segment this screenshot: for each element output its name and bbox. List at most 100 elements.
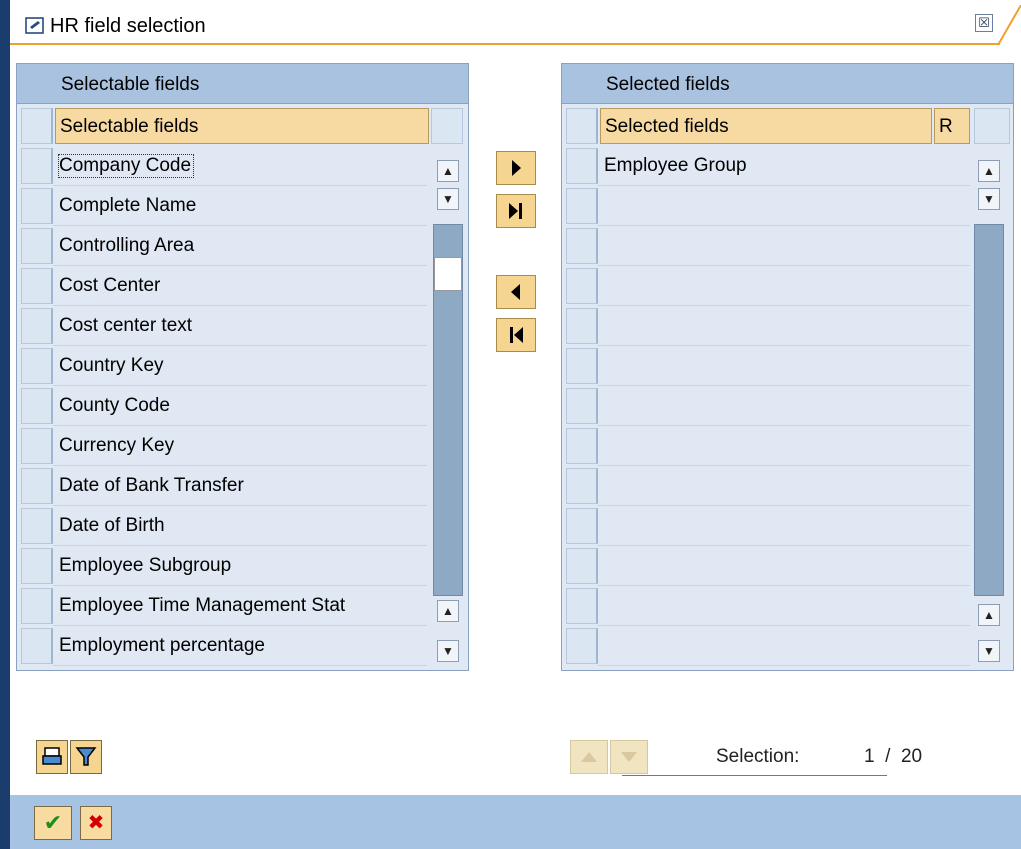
field-name: Date of Bank Transfer: [59, 475, 244, 496]
row-selector[interactable]: [566, 308, 598, 344]
field-name: County Code: [59, 395, 170, 416]
cancel-button[interactable]: ✖: [80, 806, 112, 840]
print-button[interactable]: [36, 740, 68, 774]
list-item[interactable]: [562, 466, 970, 506]
list-item[interactable]: Date of Bank Transfer: [17, 466, 427, 506]
list-item[interactable]: Employee Subgroup: [17, 546, 427, 586]
row-selector[interactable]: [566, 228, 598, 264]
field-name: Cost center text: [59, 315, 193, 336]
scroll-up-button[interactable]: ▲: [978, 160, 1000, 182]
list-item[interactable]: [562, 306, 970, 346]
list-item[interactable]: Currency Key: [17, 426, 427, 466]
column-settings-cell[interactable]: [974, 108, 1010, 144]
title-bar-edge: [0, 0, 10, 45]
remove-field-button[interactable]: [496, 275, 536, 309]
row-selector[interactable]: [566, 268, 598, 304]
scrollbar-thumb[interactable]: [434, 257, 462, 291]
field-name: Currency Key: [59, 435, 175, 456]
row-selector[interactable]: [566, 348, 598, 384]
list-item[interactable]: [562, 506, 970, 546]
column-header-selectable-fields[interactable]: Selectable fields: [55, 108, 429, 144]
arrow-left-icon: [511, 284, 520, 300]
list-item[interactable]: Complete Name: [17, 186, 427, 226]
column-header-row: Selectable fields: [17, 106, 468, 146]
selection-underline: [622, 775, 887, 776]
filter-button[interactable]: [70, 740, 102, 774]
list-item[interactable]: [562, 626, 970, 666]
list-item[interactable]: [562, 186, 970, 226]
field-name: Complete Name: [59, 195, 197, 216]
sort-down-button[interactable]: [610, 740, 648, 774]
scroll-down-button[interactable]: ▼: [978, 188, 1000, 210]
row-selector[interactable]: [21, 628, 53, 664]
row-selector[interactable]: [21, 548, 53, 584]
checkmark-icon: ✔: [43, 810, 63, 835]
add-all-fields-button[interactable]: [496, 194, 536, 228]
page-up-button[interactable]: ▲: [437, 600, 459, 622]
row-selector[interactable]: [21, 308, 53, 344]
row-selector[interactable]: [21, 348, 53, 384]
list-item[interactable]: Country Key: [17, 346, 427, 386]
column-header-r[interactable]: R: [934, 108, 970, 144]
scroll-up-button[interactable]: ▲: [437, 160, 459, 182]
row-selector[interactable]: [21, 388, 53, 424]
list-item[interactable]: [562, 586, 970, 626]
scrollbar-track[interactable]: [433, 224, 463, 596]
title-corner-decoration: [998, 5, 1021, 45]
select-all-cell[interactable]: [566, 108, 598, 144]
close-icon[interactable]: ☒: [975, 14, 993, 32]
selectable-fields-panel: Selectable fields Selectable fields Comp…: [16, 63, 469, 671]
row-selector[interactable]: [21, 468, 53, 504]
confirm-button[interactable]: ✔: [34, 806, 72, 840]
page-up-button[interactable]: ▲: [978, 604, 1000, 626]
cross-icon: ✖: [87, 812, 105, 834]
row-selector[interactable]: [21, 428, 53, 464]
list-item[interactable]: [562, 426, 970, 466]
list-item[interactable]: [562, 346, 970, 386]
list-item[interactable]: Employee Time Management Stat: [17, 586, 427, 626]
add-field-button[interactable]: [496, 151, 536, 185]
arrow-right-end-icon: [509, 203, 522, 219]
filter-icon: [75, 747, 97, 766]
row-selector[interactable]: [566, 428, 598, 464]
list-item[interactable]: Date of Birth: [17, 506, 427, 546]
scrollbar-track[interactable]: [974, 224, 1004, 596]
sort-up-button[interactable]: [570, 740, 608, 774]
select-all-cell[interactable]: [21, 108, 53, 144]
row-selector[interactable]: [566, 188, 598, 224]
row-selector[interactable]: [566, 468, 598, 504]
list-item[interactable]: Company Code: [17, 146, 427, 186]
list-item[interactable]: County Code: [17, 386, 427, 426]
list-item[interactable]: Employee Group: [562, 146, 970, 186]
row-selector[interactable]: [21, 268, 53, 304]
list-item[interactable]: Employment percentage: [17, 626, 427, 666]
list-item[interactable]: Cost center text: [17, 306, 427, 346]
row-selector[interactable]: [21, 228, 53, 264]
list-item[interactable]: [562, 546, 970, 586]
row-selector[interactable]: [566, 388, 598, 424]
panel-header: Selectable fields: [17, 64, 468, 104]
column-settings-cell[interactable]: [431, 108, 463, 144]
row-selector[interactable]: [21, 148, 53, 184]
list-item[interactable]: [562, 386, 970, 426]
arrow-right-icon: [512, 160, 521, 176]
list-item[interactable]: Controlling Area: [17, 226, 427, 266]
scroll-down-button[interactable]: ▼: [437, 188, 459, 210]
list-item[interactable]: Cost Center: [17, 266, 427, 306]
page-down-button[interactable]: ▼: [978, 640, 1000, 662]
list-item[interactable]: [562, 266, 970, 306]
row-selector[interactable]: [21, 588, 53, 624]
row-selector[interactable]: [566, 588, 598, 624]
column-header-selected-fields[interactable]: Selected fields: [600, 108, 932, 144]
list-item[interactable]: [562, 226, 970, 266]
row-selector[interactable]: [566, 508, 598, 544]
remove-all-fields-button[interactable]: [496, 318, 536, 352]
row-selector[interactable]: [21, 188, 53, 224]
field-name: Country Key: [59, 355, 164, 376]
row-selector[interactable]: [566, 548, 598, 584]
page-down-button[interactable]: ▼: [437, 640, 459, 662]
row-selector[interactable]: [566, 628, 598, 664]
row-selector[interactable]: [21, 508, 53, 544]
selection-count: 1 / 20: [864, 746, 923, 767]
row-selector[interactable]: [566, 148, 598, 184]
